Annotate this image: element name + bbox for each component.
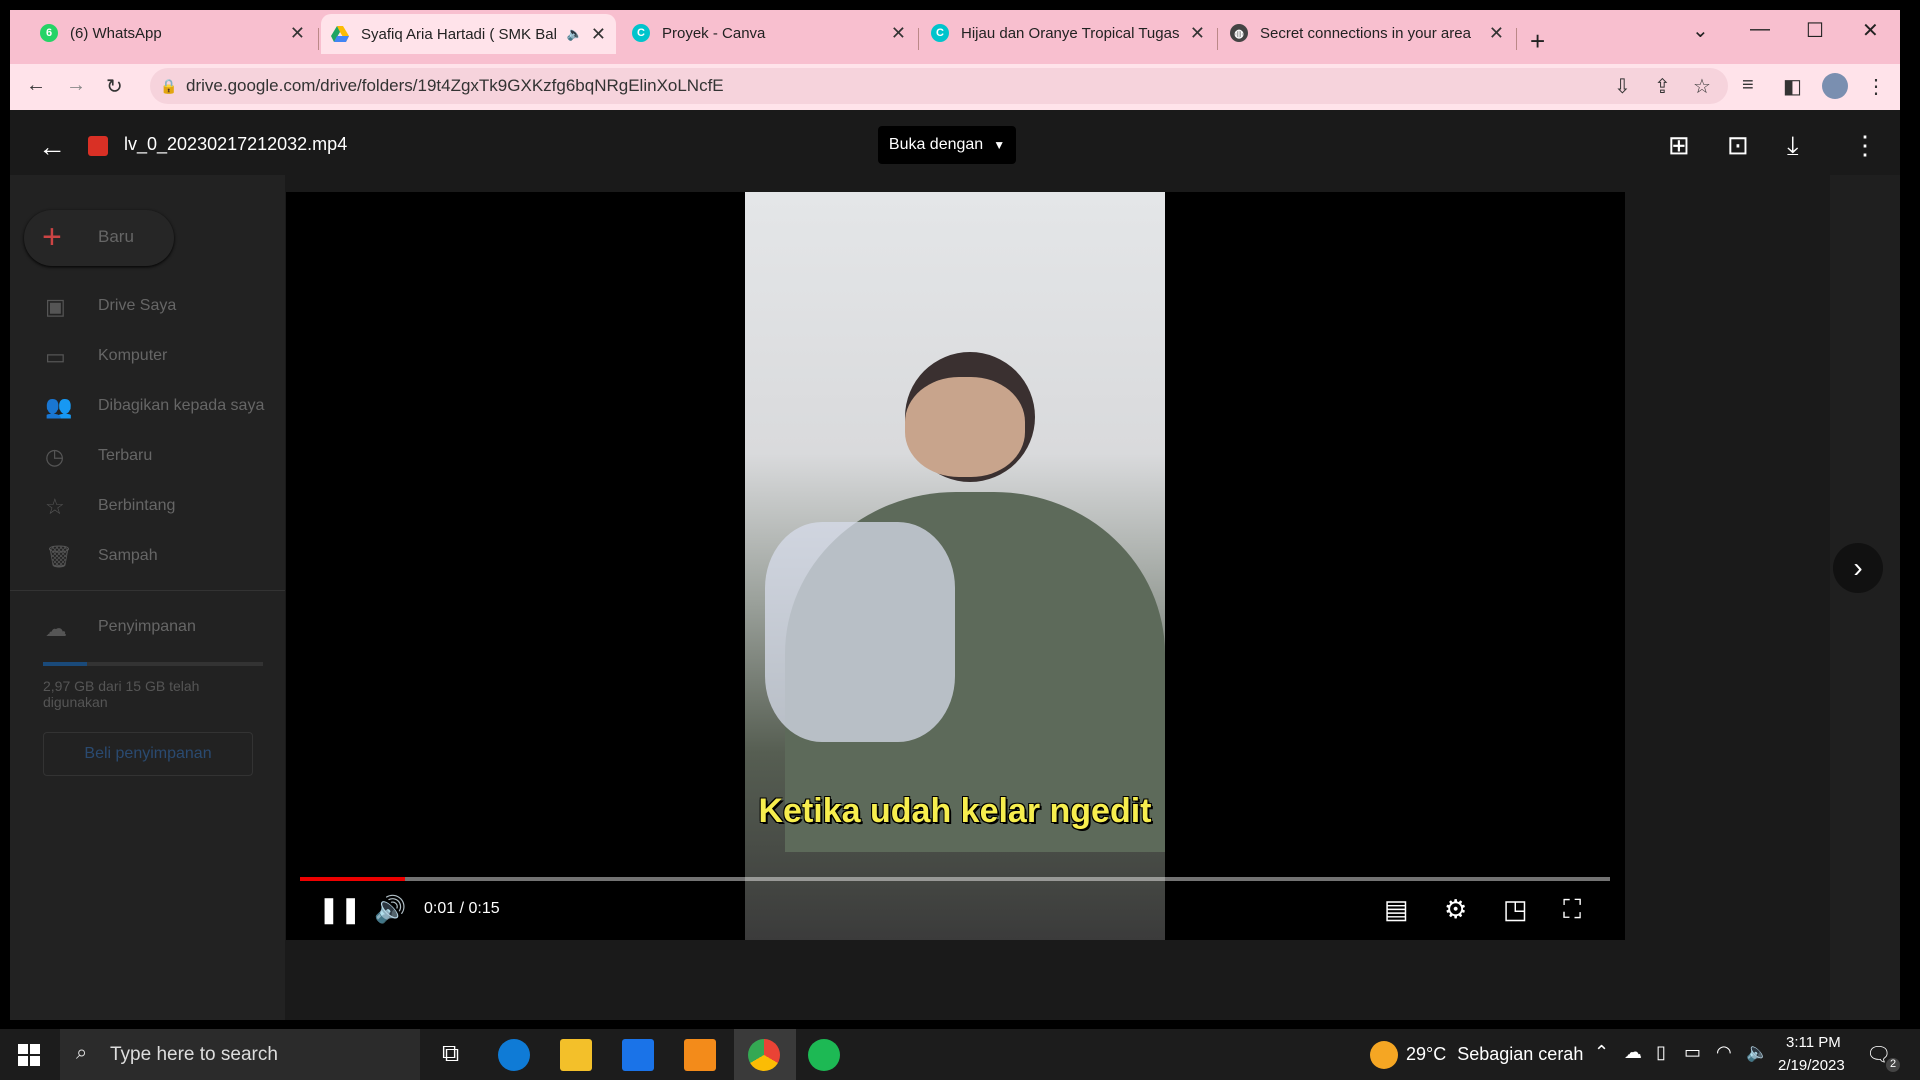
globe-icon: ◍ — [1230, 24, 1248, 42]
windows-start-icon[interactable] — [18, 1044, 40, 1066]
star-icon: ☆ — [45, 494, 65, 519]
nav-shared[interactable]: Dibagikan kepada saya — [98, 397, 264, 415]
video-file-icon — [88, 136, 108, 156]
whatsapp-icon: 6 — [40, 24, 58, 42]
next-file-button[interactable]: › — [1833, 543, 1883, 593]
new-tab-button[interactable]: + — [1530, 26, 1545, 57]
weather-widget[interactable]: 29°C Sebagian cerah — [1406, 1044, 1583, 1065]
share-icon[interactable]: ⇪ — [1654, 74, 1671, 99]
settings-gear-icon[interactable]: ⚙ — [1444, 894, 1467, 925]
canva-icon: C — [931, 24, 949, 42]
notification-count: 2 — [1886, 1058, 1900, 1072]
google-drive-icon — [331, 25, 349, 43]
volume-icon[interactable]: 🔊 — [374, 894, 406, 925]
storage-text: 2,97 GB dari 15 GB telah digunakan — [43, 678, 200, 710]
battery-icon[interactable]: ▭ — [1684, 1042, 1701, 1063]
install-icon[interactable]: ⇩ — [1614, 74, 1631, 99]
buy-storage-button[interactable]: Beli penyimpanan — [43, 732, 253, 776]
new-button[interactable]: + Baru — [24, 210, 174, 266]
url-text[interactable]: drive.google.com/drive/folders/19t4ZgxTk… — [186, 76, 724, 96]
chrome-icon[interactable] — [748, 1039, 780, 1071]
sublime-text-icon[interactable] — [684, 1039, 716, 1071]
add-to-folder-icon[interactable]: ⊞ — [1668, 130, 1690, 161]
shared-icon: 👥 — [45, 394, 73, 419]
cloud-icon: ☁ — [45, 616, 67, 641]
lock-icon[interactable]: 🔒 — [160, 78, 177, 95]
dropdown-arrow-icon: ▼ — [993, 138, 1006, 152]
nav-computers[interactable]: Komputer — [98, 347, 167, 365]
back-icon[interactable]: ← — [26, 74, 46, 97]
meet-icon[interactable]: ▯ — [1656, 1042, 1666, 1063]
weather-icon — [1370, 1041, 1398, 1069]
nav-my-drive[interactable]: Drive Saya — [98, 297, 176, 315]
speaker-icon[interactable]: 🔈 — [1746, 1042, 1768, 1063]
task-view-icon[interactable]: ⧉ — [442, 1040, 459, 1068]
taskbar-search-text[interactable]: Type here to search — [110, 1044, 278, 1066]
file-explorer-icon[interactable] — [560, 1039, 592, 1071]
storage-bar — [43, 662, 263, 666]
progress-track[interactable] — [300, 877, 1610, 881]
media-control-icon[interactable]: ≡ — [1742, 74, 1754, 97]
spotify-icon[interactable] — [808, 1039, 840, 1071]
close-tab-icon[interactable]: ✕ — [591, 24, 606, 45]
show-hidden-icons[interactable]: ⌃ — [1594, 1042, 1609, 1063]
forward-icon[interactable]: → — [66, 74, 86, 97]
close-viewer-back-icon[interactable]: ← — [38, 131, 66, 163]
edge-icon[interactable] — [498, 1039, 530, 1071]
paper-object — [765, 522, 955, 742]
mail-icon[interactable] — [622, 1039, 654, 1071]
tab-canva-proyek[interactable]: C Proyek - Canva ✕ — [622, 13, 916, 53]
close-tab-icon[interactable]: ✕ — [1190, 23, 1205, 44]
clock-date[interactable]: 2/19/2023 — [1778, 1057, 1845, 1074]
nav-trash[interactable]: Sampah — [98, 547, 158, 565]
nav-recent[interactable]: Terbaru — [98, 447, 152, 465]
captions-icon[interactable]: ▤ — [1384, 894, 1409, 925]
nav-storage[interactable]: Penyimpanan — [98, 618, 196, 636]
audio-playing-icon[interactable]: 🔈 — [567, 26, 583, 42]
pause-button[interactable]: ❚❚ — [318, 894, 362, 925]
clock-time[interactable]: 3:11 PM — [1786, 1034, 1841, 1051]
time-display: 0:01 / 0:15 — [424, 900, 500, 917]
tab-canva-hijau[interactable]: C Hijau dan Oranye Tropical Tugas ✕ — [921, 13, 1215, 53]
right-side-panel — [1830, 175, 1900, 1020]
tab-whatsapp[interactable]: 6 (6) WhatsApp ✕ — [30, 13, 315, 53]
plus-icon: + — [42, 218, 62, 256]
canva-icon: C — [632, 24, 650, 42]
close-window-button[interactable]: ✕ — [1862, 18, 1879, 43]
video-caption: Ketika udah kelar ngedit — [758, 792, 1152, 830]
trash-icon: 🗑 — [45, 544, 73, 569]
miniplayer-icon[interactable]: ◳ — [1503, 894, 1528, 925]
computer-icon: ▭ — [45, 344, 66, 369]
profile-avatar[interactable] — [1822, 73, 1848, 99]
my-drive-icon: ▣ — [45, 294, 66, 319]
fullscreen-icon[interactable]: ⛶ — [1563, 894, 1581, 926]
tab-search-icon[interactable]: ⌄ — [1692, 18, 1709, 43]
onedrive-icon[interactable]: ☁ — [1624, 1042, 1642, 1063]
nav-starred[interactable]: Berbintang — [98, 497, 175, 515]
bookmark-star-icon[interactable]: ☆ — [1693, 74, 1711, 99]
file-name: lv_0_20230217212032.mp4 — [124, 134, 348, 154]
person-face — [905, 377, 1025, 477]
progress-fill[interactable] — [300, 877, 405, 881]
add-comment-icon[interactable]: ⊡ — [1727, 130, 1749, 161]
close-tab-icon[interactable]: ✕ — [290, 23, 305, 44]
more-actions-icon[interactable]: ⋮ — [1852, 130, 1878, 161]
download-icon[interactable]: ⤓ — [1787, 130, 1799, 162]
search-icon: ⌕ — [76, 1042, 88, 1064]
menu-kebab-icon[interactable]: ⋮ — [1866, 74, 1886, 99]
reload-icon[interactable]: ↻ — [106, 74, 123, 99]
close-tab-icon[interactable]: ✕ — [891, 23, 906, 44]
maximize-button[interactable]: ☐ — [1806, 18, 1824, 43]
clock-icon: ◷ — [45, 444, 65, 469]
tab-secret-connections[interactable]: ◍ Secret connections in your area ✕ — [1220, 13, 1514, 53]
wifi-icon[interactable]: ◠ — [1716, 1042, 1732, 1063]
minimize-button[interactable]: — — [1750, 18, 1770, 41]
side-panel-icon[interactable]: ◧ — [1783, 74, 1802, 99]
open-with-button[interactable]: Buka dengan ▼ — [878, 126, 1016, 164]
tab-google-drive[interactable]: Syafiq Aria Hartadi ( SMK Bal 🔈 ✕ — [321, 14, 616, 54]
close-tab-icon[interactable]: ✕ — [1489, 23, 1504, 44]
